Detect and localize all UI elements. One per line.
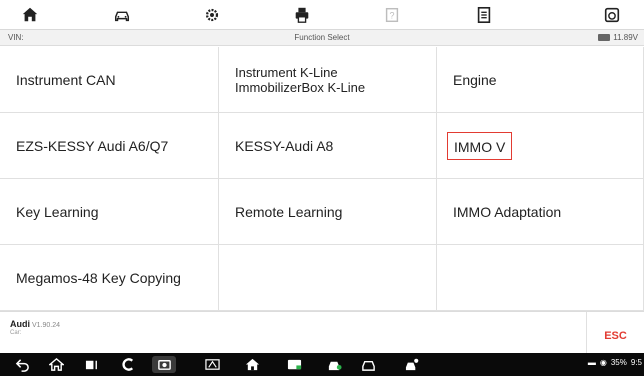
function-item[interactable]: Remote Learning: [219, 179, 437, 245]
function-label: Engine: [453, 71, 497, 88]
app-window: ? VIN: Function Select 11.89V Instrument…: [0, 0, 644, 376]
back-icon[interactable]: [10, 356, 34, 373]
home-shortcut-icon[interactable]: [240, 356, 264, 373]
snapshot-icon[interactable]: [596, 4, 628, 26]
function-select-header: VIN: Function Select 11.89V: [0, 30, 644, 46]
top-toolbar: ?: [0, 0, 644, 30]
function-label: KESSY-Audi A8: [235, 137, 334, 154]
print-icon[interactable]: [286, 4, 318, 26]
vci-manager-icon[interactable]: [200, 356, 224, 373]
autel-shortcut-icon[interactable]: [116, 356, 140, 373]
function-label: EZS-KESSY Audi A6/Q7: [16, 137, 169, 154]
settings-icon[interactable]: [196, 4, 228, 26]
vehicle-swap-icon[interactable]: [106, 4, 138, 26]
make-name: Audi: [10, 319, 30, 329]
software-version: V1.90.24: [32, 322, 61, 329]
car-label: Car:: [10, 330, 22, 336]
function-item-empty: [437, 245, 644, 311]
function-label: Remote Learning: [235, 203, 343, 220]
function-label: Key Learning: [16, 203, 99, 220]
esc-button[interactable]: ESC: [586, 312, 644, 354]
function-item[interactable]: IMMO Adaptation: [437, 179, 644, 245]
car-battery-icon: [598, 34, 611, 41]
function-item[interactable]: Instrument K-Line ImmobilizerBox K-Line: [219, 47, 437, 113]
battery-percent: 35%: [610, 358, 627, 367]
svg-text:?: ?: [389, 11, 394, 21]
screenshot-icon[interactable]: [152, 356, 176, 373]
battery-voltage-value: 11.89V: [613, 33, 638, 42]
function-item-empty: [219, 245, 437, 311]
function-label: IMMO V: [447, 131, 513, 160]
function-item[interactable]: Megamos-48 Key Copying: [0, 245, 219, 311]
vehicle-info-footer: Audi V1.90.24 Car: ESC: [0, 311, 644, 354]
function-item[interactable]: Instrument CAN: [0, 47, 219, 113]
recent-apps-icon[interactable]: [80, 356, 104, 373]
help-icon[interactable]: ?: [376, 4, 408, 26]
function-label: IMMO Adaptation: [453, 203, 562, 220]
function-item[interactable]: Key Learning: [0, 179, 219, 245]
home-icon[interactable]: [14, 4, 46, 26]
status-bar-area: ▬ ◉ 35% 9:5: [588, 358, 642, 367]
vehicle-make: Audi V1.90.24: [10, 319, 60, 329]
vci-status-icon[interactable]: [282, 356, 306, 373]
function-item[interactable]: Engine: [437, 47, 644, 113]
vehicle-check-icon[interactable]: [322, 356, 346, 373]
function-label: Megamos-48 Key Copying: [16, 269, 181, 286]
function-label: Instrument K-Line ImmobilizerBox K-Line: [235, 64, 366, 95]
function-item-selected[interactable]: IMMO V: [437, 113, 644, 179]
remote-expert-icon[interactable]: [400, 356, 424, 373]
function-label: Instrument CAN: [16, 71, 116, 88]
function-grid: Instrument CAN Instrument K-Line Immobil…: [0, 47, 644, 311]
android-navigation-bar: ▬ ◉ 35% 9:5: [0, 353, 644, 376]
function-item[interactable]: KESSY-Audi A8: [219, 113, 437, 179]
wifi-icon: ◉: [599, 358, 607, 367]
home-nav-icon[interactable]: [44, 356, 68, 373]
page-title: Function Select: [294, 33, 350, 42]
notification-icon: ▬: [587, 358, 596, 367]
function-item[interactable]: EZS-KESSY Audi A6/Q7: [0, 113, 219, 179]
clock: 9:5: [630, 358, 642, 367]
car-icon[interactable]: [356, 356, 380, 373]
datalog-icon[interactable]: [468, 4, 500, 26]
battery-voltage: 11.89V: [598, 33, 638, 42]
